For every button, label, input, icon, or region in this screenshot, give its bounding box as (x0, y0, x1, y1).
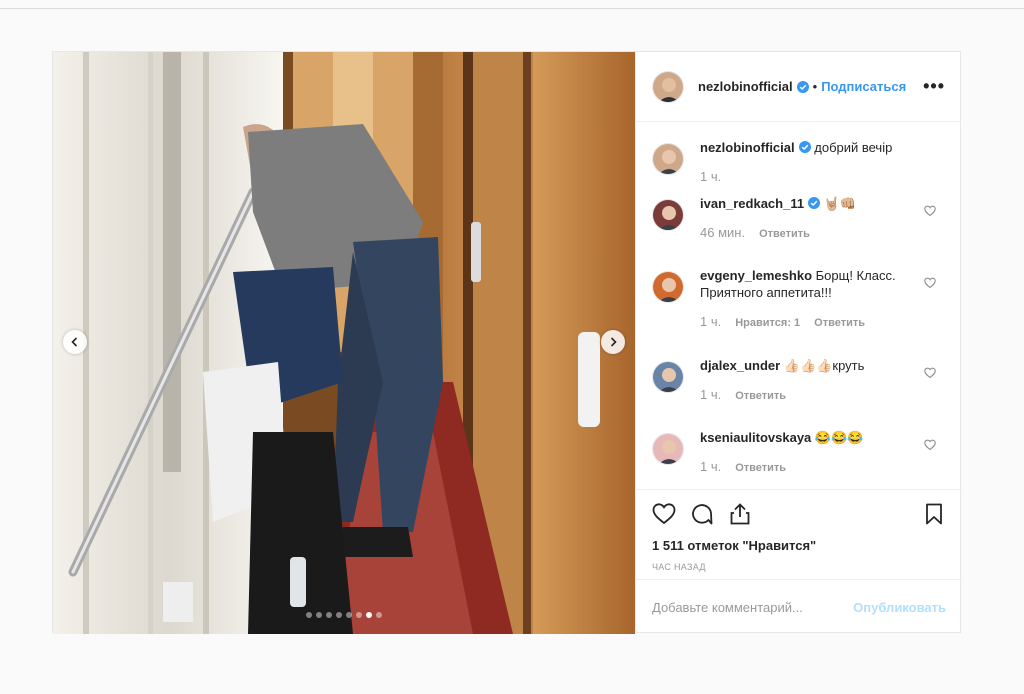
comments-list: nezlobinofficial добрий вечір 1 ч. ivan_re… (636, 123, 962, 488)
post-modal: nezlobinofficial • Подписаться ••• nezlo… (52, 51, 962, 634)
post-photo (53, 52, 635, 634)
comment-username[interactable]: kseniaulitovskaya (700, 430, 811, 445)
comment-time[interactable]: 1 ч. (700, 458, 721, 475)
carousel-dot (376, 612, 382, 618)
comment-input[interactable] (652, 599, 854, 615)
comment-like-heart-icon[interactable] (924, 277, 936, 289)
comment-body: evgeny_lemeshko Борщ! Класс. Приятного а… (700, 267, 910, 332)
more-options-button[interactable]: ••• (923, 76, 945, 97)
author-avatar[interactable] (652, 70, 684, 103)
comment-item: nezlobinofficial добрий вечір 1 ч. (652, 139, 946, 185)
comment-text: добрий вечір (814, 140, 893, 155)
follow-button[interactable]: Подписаться (821, 79, 906, 94)
comment-like-heart-icon[interactable] (924, 367, 936, 379)
comment-text: 😂😂😂 (814, 430, 864, 445)
carousel-indicator (53, 612, 635, 618)
comment-reply-button[interactable]: Ответить (759, 226, 810, 243)
post-actions: 1 511 отметок "Нравится" ЧАС НАЗАД (636, 489, 962, 579)
comment-body: kseniaulitovskaya 😂😂😂 1 ч. Ответить (700, 429, 910, 477)
post-sidebar: nezlobinofficial • Подписаться ••• nezlo… (635, 52, 962, 634)
separator-dot: • (812, 79, 818, 94)
verified-badge-icon (796, 80, 809, 93)
comment-avatar[interactable] (652, 143, 684, 175)
comment-username[interactable]: nezlobinofficial (700, 140, 795, 155)
train-corridor-photo (53, 52, 635, 634)
comment-item: kseniaulitovskaya 😂😂😂 1 ч. Ответить (652, 429, 946, 477)
top-divider (0, 8, 1024, 9)
bookmark-icon[interactable] (922, 502, 946, 526)
comment-bubble-icon[interactable] (690, 502, 714, 526)
share-icon[interactable] (728, 502, 752, 526)
comment-time[interactable]: 1 ч. (700, 386, 721, 403)
comment-avatar[interactable] (652, 271, 684, 303)
comment-body: ivan_redkach_11 🤘🏼👊🏼 46 мин. Ответить (700, 195, 910, 243)
author-username[interactable]: nezlobinofficial (698, 79, 793, 94)
comment-username[interactable]: djalex_under (700, 358, 780, 373)
carousel-dot (366, 612, 372, 618)
comment-username[interactable]: evgeny_lemeshko (700, 268, 812, 283)
comment-username[interactable]: ivan_redkach_11 (700, 196, 804, 211)
add-comment-bar: Опубликовать (636, 579, 962, 634)
carousel-dot (306, 612, 312, 618)
comment-reply-button[interactable]: Ответить (735, 388, 786, 405)
comment-like-heart-icon[interactable] (924, 205, 936, 217)
comment-time[interactable]: 1 ч. (700, 313, 721, 330)
comment-like-heart-icon[interactable] (924, 439, 936, 451)
like-heart-icon[interactable] (652, 502, 676, 526)
comment-avatar[interactable] (652, 361, 684, 393)
carousel-dot (356, 612, 362, 618)
carousel-dot (316, 612, 322, 618)
carousel-next-button[interactable] (601, 330, 625, 354)
verified-badge-icon (798, 141, 811, 153)
carousel-dot (326, 612, 332, 618)
comment-item: djalex_under 👍🏻👍🏻👍🏻круть 1 ч. Ответить (652, 357, 946, 405)
comment-likes[interactable]: Нравится: 1 (735, 315, 800, 332)
chevron-left-icon (71, 337, 78, 347)
carousel-prev-button[interactable] (63, 330, 87, 354)
verified-badge-icon (808, 197, 821, 209)
carousel-dot (336, 612, 342, 618)
comment-time[interactable]: 1 ч. (700, 168, 721, 185)
comment-text: 👍🏻👍🏻👍🏻круть (783, 358, 865, 373)
comment-reply-button[interactable]: Ответить (735, 460, 786, 477)
comment-text: 🤘🏼👊🏼 (823, 196, 857, 211)
post-header: nezlobinofficial • Подписаться ••• (636, 52, 961, 122)
publish-button[interactable]: Опубликовать (853, 600, 946, 615)
comment-time[interactable]: 46 мин. (700, 224, 745, 241)
post-timestamp: ЧАС НАЗАД (652, 562, 706, 572)
comment-avatar[interactable] (652, 199, 684, 231)
carousel-dot (346, 612, 352, 618)
comment-item: evgeny_lemeshko Борщ! Класс. Приятного а… (652, 267, 946, 332)
comment-avatar[interactable] (652, 433, 684, 465)
comment-item: ivan_redkach_11 🤘🏼👊🏼 46 мин. Ответить (652, 195, 946, 243)
comment-body: djalex_under 👍🏻👍🏻👍🏻круть 1 ч. Ответить (700, 357, 910, 405)
likes-count[interactable]: 1 511 отметок "Нравится" (652, 538, 946, 553)
comment-reply-button[interactable]: Ответить (814, 315, 865, 332)
comment-body: nezlobinofficial добрий вечір 1 ч. (700, 139, 910, 185)
chevron-right-icon (610, 337, 617, 347)
